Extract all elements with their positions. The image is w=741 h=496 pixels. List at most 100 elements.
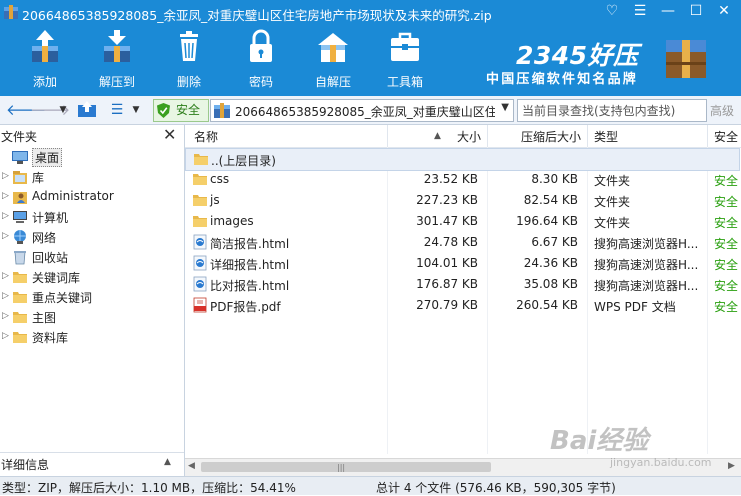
search-box[interactable]: [517, 99, 707, 122]
column-size[interactable]: 大小: [457, 128, 481, 145]
extract-to-button[interactable]: 解压到: [86, 26, 148, 96]
back-arrow-icon[interactable]: 🡐: [6, 100, 46, 120]
scrollbar-thumb[interactable]: [201, 462, 491, 472]
history-dropdown-icon[interactable]: ▼: [56, 100, 70, 120]
path-dropdown-icon[interactable]: ▼: [501, 102, 509, 113]
tree-item-network[interactable]: ▷ 网络: [0, 227, 184, 247]
expand-arrow-icon[interactable]: ▷: [2, 191, 9, 201]
computer-icon: [13, 211, 27, 223]
pin-button[interactable]: ♡: [598, 0, 626, 24]
password-button[interactable]: 密码: [230, 26, 292, 96]
expand-arrow-icon[interactable]: ▷: [2, 291, 9, 301]
column-divider[interactable]: [587, 125, 588, 147]
watermark-url: jingyan.baidu.com: [610, 456, 712, 469]
file-row[interactable]: images 301.47 KB 196.64 KB 文件夹 安全: [185, 211, 741, 232]
close-pane-icon[interactable]: ✕: [163, 125, 176, 144]
file-security: 安全: [714, 279, 739, 293]
expand-arrow-icon[interactable]: ▷: [2, 231, 9, 241]
app-icon: [4, 5, 18, 19]
file-row[interactable]: 详细报告.html 104.01 KB 24.36 KB 搜狗高速浏览器H...…: [185, 253, 741, 274]
folder-icon: [193, 216, 207, 227]
html-file-icon: [193, 234, 207, 250]
folder-tree-pane: 文件夹 ✕ 桌面 ▷ 库 ▷ Administrator ▷ 计算机 ▷ 网络: [0, 125, 185, 476]
tree-item-desktop[interactable]: 桌面: [0, 147, 184, 167]
desktop-icon: [12, 151, 28, 164]
expand-arrow-icon[interactable]: ▷: [2, 331, 9, 341]
file-security: 安全: [714, 216, 739, 230]
toolbox-button[interactable]: 工具箱: [374, 26, 436, 96]
close-button[interactable]: ✕: [710, 0, 738, 24]
column-compressed[interactable]: 压缩后大小: [521, 128, 581, 145]
view-dropdown-icon[interactable]: ▼: [130, 100, 142, 120]
minimize-button[interactable]: —: [654, 0, 682, 24]
pdf-file-icon: [193, 297, 207, 313]
file-type: 文件夹: [594, 216, 631, 230]
delete-label: 删除: [176, 75, 201, 89]
expand-arrow-icon[interactable]: ▷: [2, 311, 9, 321]
column-name[interactable]: 名称: [194, 128, 218, 145]
view-mode-icon[interactable]: ☰: [108, 100, 126, 120]
add-archive-icon: [32, 30, 58, 62]
tree-item-label: 资料库: [32, 331, 69, 345]
tree-item-main-images[interactable]: ▷ 主图: [0, 307, 184, 327]
column-security[interactable]: 安全: [714, 128, 738, 145]
file-compressed-size: 35.08 KB: [523, 277, 578, 291]
self-extract-button[interactable]: 自解压: [302, 26, 364, 96]
chevron-up-icon[interactable]: ▲: [164, 457, 171, 467]
path-combobox[interactable]: 20664865385928085_余亚凤_对重庆璧山区住宅 ▼: [210, 99, 514, 122]
file-row[interactable]: PDF报告.pdf 270.79 KB 260.54 KB WPS PDF 文档…: [185, 295, 741, 316]
lock-icon: [250, 29, 272, 62]
file-type: 文件夹: [594, 195, 631, 209]
file-row[interactable]: css 23.52 KB 8.30 KB 文件夹 安全: [185, 169, 741, 190]
file-row[interactable]: 比对报告.html 176.87 KB 35.08 KB 搜狗高速浏览器H...…: [185, 274, 741, 295]
column-divider[interactable]: [387, 125, 388, 147]
brand-name: 2345好压: [516, 41, 639, 70]
library-icon: [13, 171, 27, 184]
safety-badge[interactable]: 安全: [153, 99, 209, 122]
file-compressed-size: 82.54 KB: [523, 193, 578, 207]
file-type: 搜狗高速浏览器H...: [594, 237, 699, 251]
file-security: 安全: [714, 237, 739, 251]
details-panel-header[interactable]: 详细信息 ▲: [0, 452, 184, 475]
toolbox-label: 工具箱: [386, 75, 423, 89]
add-button[interactable]: 添加: [14, 26, 76, 96]
column-type[interactable]: 类型: [594, 128, 618, 145]
parent-directory-row[interactable]: ..(上层目录): [185, 148, 740, 171]
file-row[interactable]: js 227.23 KB 82.54 KB 文件夹 安全: [185, 190, 741, 211]
tree-item-label: 计算机: [32, 211, 69, 225]
tree-item-recycle-bin[interactable]: 回收站: [0, 247, 184, 267]
column-divider[interactable]: [487, 125, 488, 147]
tree-item-label: 库: [32, 171, 45, 185]
scrollbar-grip-icon: |||: [337, 463, 346, 472]
advanced-search-button[interactable]: 高级: [710, 102, 734, 119]
tree-item-key-keywords[interactable]: ▷ 重点关键词: [0, 287, 184, 307]
user-icon: [13, 192, 27, 204]
expand-arrow-icon[interactable]: ▷: [2, 211, 9, 221]
tree-item-label: Administrator: [32, 189, 114, 203]
delete-button[interactable]: 删除: [158, 26, 220, 96]
menu-button[interactable]: ☰: [626, 0, 654, 24]
file-type: 搜狗高速浏览器H...: [594, 279, 699, 293]
extract-to-icon: [104, 30, 130, 62]
folder-icon: [13, 332, 27, 343]
tree-item-administrator[interactable]: ▷ Administrator: [0, 187, 184, 207]
tree-item-computer[interactable]: ▷ 计算机: [0, 207, 184, 227]
column-divider[interactable]: [707, 125, 708, 147]
archive-box-icon: [666, 40, 706, 78]
tree-item-resource-library[interactable]: ▷ 资料库: [0, 327, 184, 347]
maximize-button[interactable]: ☐: [682, 0, 710, 24]
expand-arrow-icon[interactable]: ▷: [2, 271, 9, 281]
forward-arrow-icon[interactable]: 🡒: [30, 100, 70, 120]
scroll-left-icon[interactable]: ◀: [188, 461, 195, 471]
file-name: 比对报告.html: [210, 279, 290, 293]
html-file-icon: [193, 255, 207, 271]
search-input[interactable]: [518, 100, 706, 121]
tree-item-keyword-library[interactable]: ▷ 关键词库: [0, 267, 184, 287]
tree-item-library[interactable]: ▷ 库: [0, 167, 184, 187]
folder-pane-header: 文件夹 ✕: [0, 125, 184, 145]
self-extract-icon: [318, 33, 348, 62]
watermark-logo-text: Bai经验: [550, 426, 649, 456]
up-folder-icon[interactable]: [76, 100, 98, 118]
expand-arrow-icon[interactable]: ▷: [2, 171, 9, 181]
file-row[interactable]: 简洁报告.html 24.78 KB 6.67 KB 搜狗高速浏览器H... 安…: [185, 232, 741, 253]
